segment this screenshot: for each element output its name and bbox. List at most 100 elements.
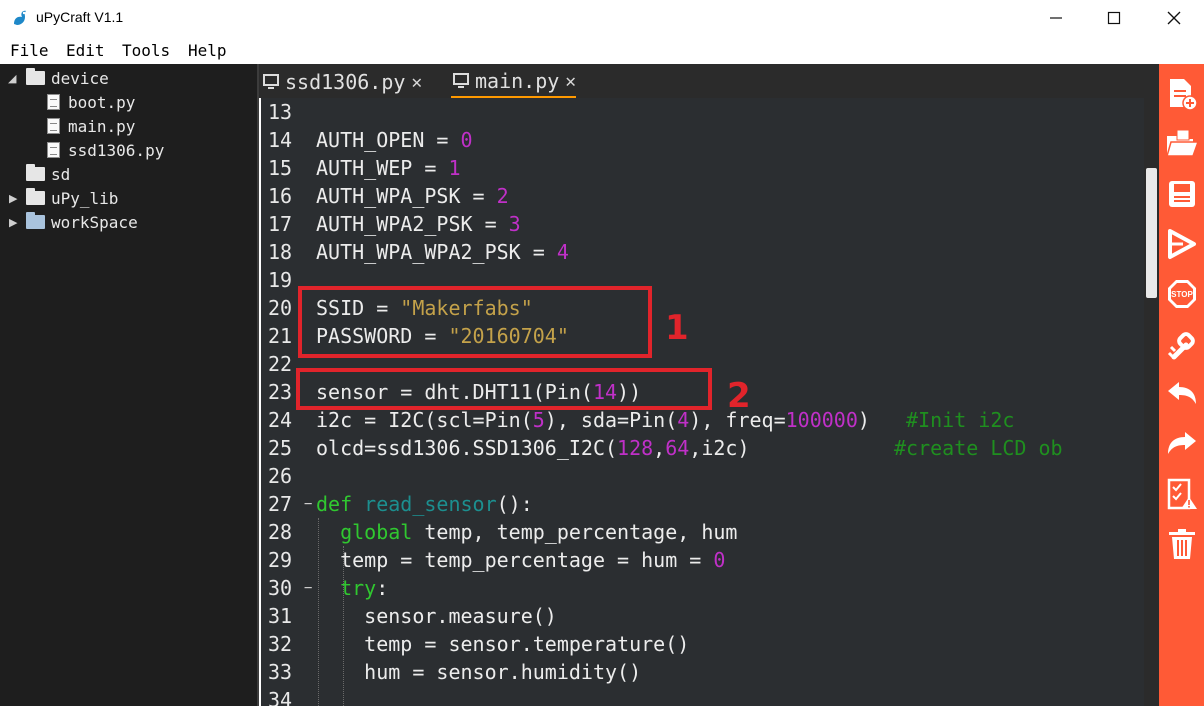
line-number: 34 bbox=[268, 686, 302, 706]
editor-scrollbar[interactable] bbox=[1144, 98, 1159, 706]
code-token: 4 bbox=[557, 240, 569, 264]
tab-ssd1306[interactable]: ssd1306.py ✕ bbox=[261, 66, 422, 98]
code-token: def bbox=[316, 492, 364, 516]
code-token: (): bbox=[497, 492, 533, 516]
collapsed-arrow-icon[interactable]: ▶ bbox=[9, 192, 17, 205]
code-text: temp = sensor.temperature() bbox=[316, 630, 689, 658]
maximize-button[interactable] bbox=[1085, 0, 1143, 36]
file-icon bbox=[47, 142, 60, 158]
code-token: : bbox=[376, 576, 388, 600]
save-icon[interactable] bbox=[1164, 176, 1200, 212]
code-token: try bbox=[340, 576, 376, 600]
code-token: olcd=ssd1306.SSD1306_I2C( bbox=[316, 436, 617, 460]
menu-tools[interactable]: Tools bbox=[122, 41, 170, 60]
tree-item-device[interactable]: device bbox=[26, 66, 109, 90]
menu-file[interactable]: File bbox=[10, 41, 49, 60]
code-token: hum = sensor.humidity() bbox=[316, 660, 641, 684]
code-token: 64 bbox=[665, 436, 689, 460]
download-run-icon[interactable] bbox=[1164, 226, 1200, 262]
code-text: AUTH_OPEN = 0 bbox=[316, 126, 473, 154]
annotation-box-2 bbox=[296, 368, 712, 410]
code-token: #create LCD ob bbox=[894, 436, 1063, 460]
code-token: i2c = I2C(scl=Pin( bbox=[316, 408, 533, 432]
title-bar: uPyCraft V1.1 bbox=[0, 0, 1204, 36]
annotation-label-1: 1 bbox=[665, 308, 689, 348]
line-number: 28 bbox=[268, 518, 302, 546]
fold-marker-icon[interactable]: − bbox=[304, 574, 312, 602]
menu-help[interactable]: Help bbox=[188, 41, 227, 60]
expanded-arrow-icon[interactable]: ◢ bbox=[8, 72, 16, 85]
monitor-icon bbox=[263, 74, 279, 86]
monitor-icon bbox=[453, 73, 469, 85]
code-token: , bbox=[653, 436, 665, 460]
folder-icon bbox=[26, 71, 45, 85]
svg-text:STOP: STOP bbox=[1171, 290, 1193, 299]
line-number: 21 bbox=[268, 322, 302, 350]
code-token: AUTH_WPA2_PSK = bbox=[316, 212, 509, 236]
redo-icon[interactable] bbox=[1164, 426, 1200, 462]
tab-close-icon[interactable]: ✕ bbox=[565, 71, 576, 92]
code-token: temp = sensor.temperature() bbox=[316, 632, 689, 656]
code-text: hum = sensor.humidity() bbox=[316, 658, 641, 686]
clear-icon[interactable] bbox=[1164, 526, 1200, 562]
tab-main[interactable]: main.py ✕ bbox=[451, 66, 576, 98]
collapsed-arrow-icon[interactable]: ▶ bbox=[9, 216, 17, 229]
syntax-check-icon[interactable] bbox=[1164, 476, 1200, 512]
code-token: ), sda=Pin( bbox=[545, 408, 677, 432]
tree-item-main[interactable]: main.py bbox=[47, 114, 135, 138]
code-token: 5 bbox=[533, 408, 545, 432]
annotation-label-2: 2 bbox=[727, 376, 751, 416]
tree-item-ssd1306[interactable]: ssd1306.py bbox=[47, 138, 164, 162]
connect-icon[interactable] bbox=[1164, 326, 1200, 362]
line-number: 20 bbox=[268, 294, 302, 322]
line-number: 32 bbox=[268, 630, 302, 658]
code-text: AUTH_WPA_PSK = 2 bbox=[316, 182, 509, 210]
code-token bbox=[316, 520, 340, 544]
tree-item-workspace[interactable]: workSpace bbox=[26, 210, 138, 234]
menu-edit[interactable]: Edit bbox=[66, 41, 105, 60]
code-token: temp = temp_percentage = hum = bbox=[316, 548, 713, 572]
line-number: 19 bbox=[268, 266, 302, 294]
code-token: AUTH_WPA_PSK = bbox=[316, 184, 497, 208]
code-token bbox=[316, 576, 340, 600]
tree-item-upy-lib[interactable]: uPy_lib bbox=[26, 186, 118, 210]
code-token: ) bbox=[858, 408, 906, 432]
code-text: sensor.measure() bbox=[316, 602, 557, 630]
line-number: 24 bbox=[268, 406, 302, 434]
line-number: 29 bbox=[268, 546, 302, 574]
scrollbar-thumb[interactable] bbox=[1146, 168, 1157, 298]
minimize-button[interactable] bbox=[1027, 0, 1085, 36]
code-token: #Init i2c bbox=[906, 408, 1014, 432]
undo-icon[interactable] bbox=[1164, 376, 1200, 412]
line-number: 17 bbox=[268, 210, 302, 238]
stop-icon[interactable]: STOP bbox=[1164, 276, 1200, 312]
line-number: 18 bbox=[268, 238, 302, 266]
code-token: AUTH_OPEN = bbox=[316, 128, 461, 152]
line-number: 30 bbox=[268, 574, 302, 602]
new-file-icon[interactable] bbox=[1164, 76, 1200, 112]
line-number: 33 bbox=[268, 658, 302, 686]
code-token: read_sensor bbox=[364, 492, 496, 516]
fold-marker-icon[interactable]: − bbox=[304, 490, 312, 518]
code-text: temp = temp_percentage = hum = 0 bbox=[316, 546, 725, 574]
file-tree: ◢ device boot.py main.py ssd1306.py sd ▶… bbox=[0, 64, 259, 706]
folder-icon bbox=[26, 191, 45, 205]
tree-item-sd[interactable]: sd bbox=[26, 162, 70, 186]
right-toolbar: STOP bbox=[1159, 64, 1204, 706]
line-number: 14 bbox=[268, 126, 302, 154]
code-token: temp, temp_percentage, hum bbox=[424, 520, 737, 544]
code-token: 100000 bbox=[786, 408, 858, 432]
menu-bar bbox=[0, 36, 1204, 64]
code-token: 4 bbox=[677, 408, 689, 432]
code-token: 3 bbox=[509, 212, 521, 236]
line-number: 13 bbox=[268, 98, 302, 126]
code-token: AUTH_WEP = bbox=[316, 156, 448, 180]
tree-item-boot[interactable]: boot.py bbox=[47, 90, 135, 114]
code-text: try: bbox=[316, 574, 388, 602]
tab-bar: ssd1306.py ✕ main.py ✕ bbox=[259, 64, 1159, 98]
code-token: 128 bbox=[617, 436, 653, 460]
close-button[interactable] bbox=[1143, 0, 1204, 36]
folder-icon bbox=[26, 215, 45, 229]
open-file-icon[interactable] bbox=[1164, 126, 1200, 162]
tab-close-icon[interactable]: ✕ bbox=[411, 72, 422, 93]
